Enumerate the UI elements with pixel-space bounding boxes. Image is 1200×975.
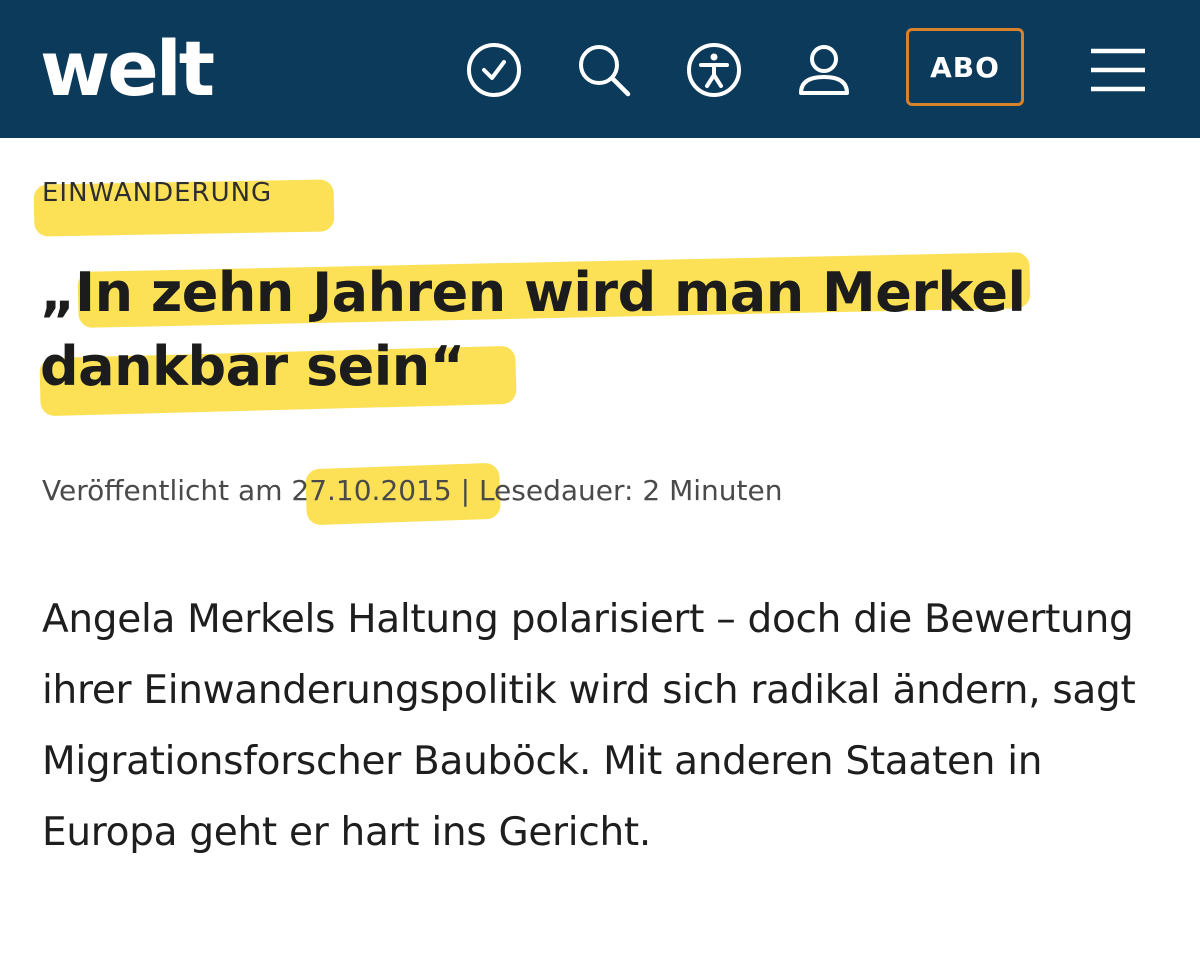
search-icon[interactable] [574, 40, 634, 100]
user-icon[interactable] [794, 40, 854, 100]
article-kicker[interactable]: EINWANDERUNG [42, 178, 272, 208]
menu-icon[interactable] [1088, 40, 1148, 100]
abo-button[interactable]: ABO [906, 28, 1024, 106]
reading-time: Lesedauer: 2 Minuten [478, 474, 783, 507]
clock-icon[interactable] [464, 40, 524, 100]
article-meta: Veröffentlicht am 27.10.2015 | Lesedauer… [42, 474, 782, 507]
article-headline: „In zehn Jahren wird man Merkel dankbar … [40, 261, 1026, 398]
article-lead: Angela Merkels Haltung polarisiert – doc… [42, 597, 1136, 855]
published-label: Veröffentlicht am [42, 474, 292, 507]
published-date: 27.10.2015 [291, 474, 452, 507]
welt-logo[interactable]: WeLT [40, 24, 215, 114]
top-navigation-bar: WeLT ABO [0, 0, 1200, 138]
meta-separator: | [451, 474, 479, 507]
accessibility-icon[interactable] [684, 40, 744, 100]
